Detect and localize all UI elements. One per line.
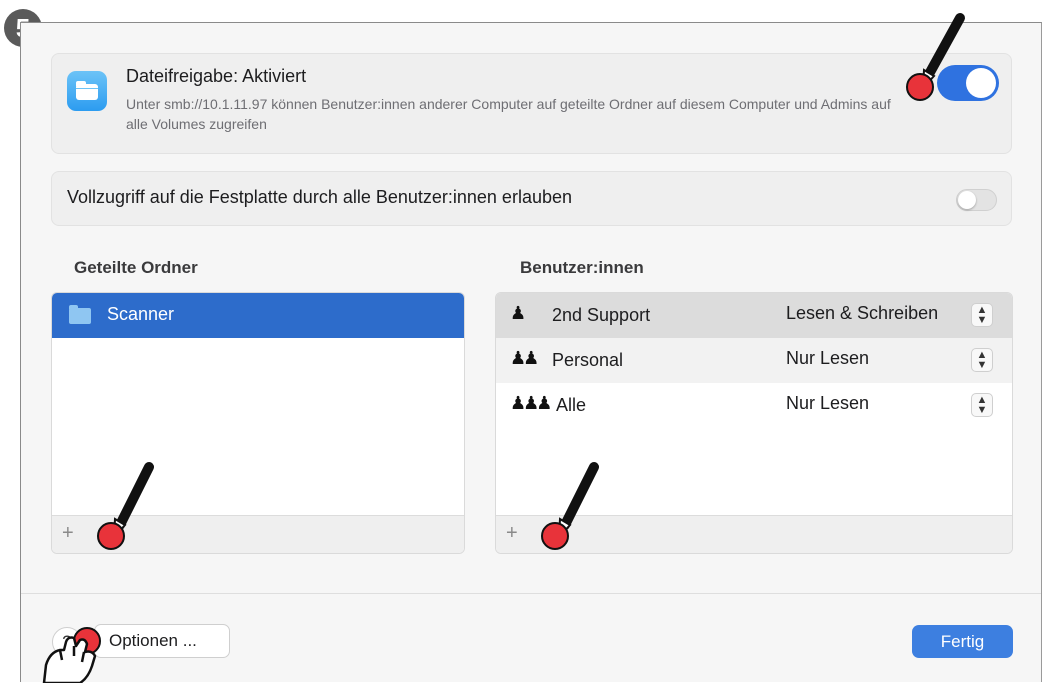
shared-folders-heading: Geteilte Ordner: [74, 258, 198, 277]
shared-folders-footer: +: [52, 515, 464, 553]
single-user-icon: ♟: [510, 303, 526, 323]
permission-stepper[interactable]: ▲ ▼: [971, 393, 993, 417]
full-disk-access-toggle[interactable]: [956, 189, 997, 211]
user-row[interactable]: ♟♟♟ Alle Nur Lesen ▲ ▼: [496, 383, 1012, 428]
file-sharing-folder-icon: [67, 71, 107, 111]
user-permission: Lesen & Schreiben: [786, 303, 939, 323]
user-permission: Nur Lesen: [786, 393, 870, 413]
users-list: ♟ 2nd Support Lesen & Schreiben ▲ ▼ ♟♟ Pe…: [495, 292, 1013, 554]
folder-icon: [69, 305, 91, 324]
permission-stepper[interactable]: ▲ ▼: [971, 348, 993, 372]
user-name: Personal: [552, 350, 624, 370]
user-row[interactable]: ♟ 2nd Support Lesen & Schreiben ▲ ▼: [496, 293, 1012, 338]
users-heading: Benutzer:innen: [520, 258, 644, 277]
add-user-button[interactable]: +: [506, 522, 518, 545]
add-folder-button[interactable]: +: [62, 522, 74, 545]
users-footer: +: [496, 515, 1012, 553]
done-button[interactable]: Fertig: [912, 625, 1013, 658]
shared-folder-row[interactable]: Scanner: [52, 293, 464, 338]
shared-folders-list: Scanner +: [51, 292, 465, 554]
user-row[interactable]: ♟♟ Personal Nur Lesen ▲ ▼: [496, 338, 1012, 383]
full-disk-access-label: Vollzugriff auf die Festplatte durch all…: [67, 187, 572, 207]
file-sharing-title: Dateifreigabe: Aktiviert: [126, 66, 307, 86]
file-sharing-description: Unter smb://10.1.11.97 können Benutzer:i…: [126, 96, 891, 132]
file-sharing-toggle[interactable]: [937, 65, 999, 101]
user-name: Alle: [556, 395, 587, 415]
user-name: 2nd Support: [552, 305, 651, 325]
options-button[interactable]: Optionen ...: [94, 624, 230, 658]
group-icon: ♟♟: [510, 348, 539, 368]
footer-divider: [21, 593, 1041, 594]
help-button[interactable]: ?: [52, 627, 82, 657]
permission-stepper[interactable]: ▲ ▼: [971, 303, 993, 327]
shared-folder-name: Scanner: [107, 304, 175, 324]
everyone-icon: ♟♟♟: [510, 393, 552, 413]
user-permission: Nur Lesen: [786, 348, 870, 368]
